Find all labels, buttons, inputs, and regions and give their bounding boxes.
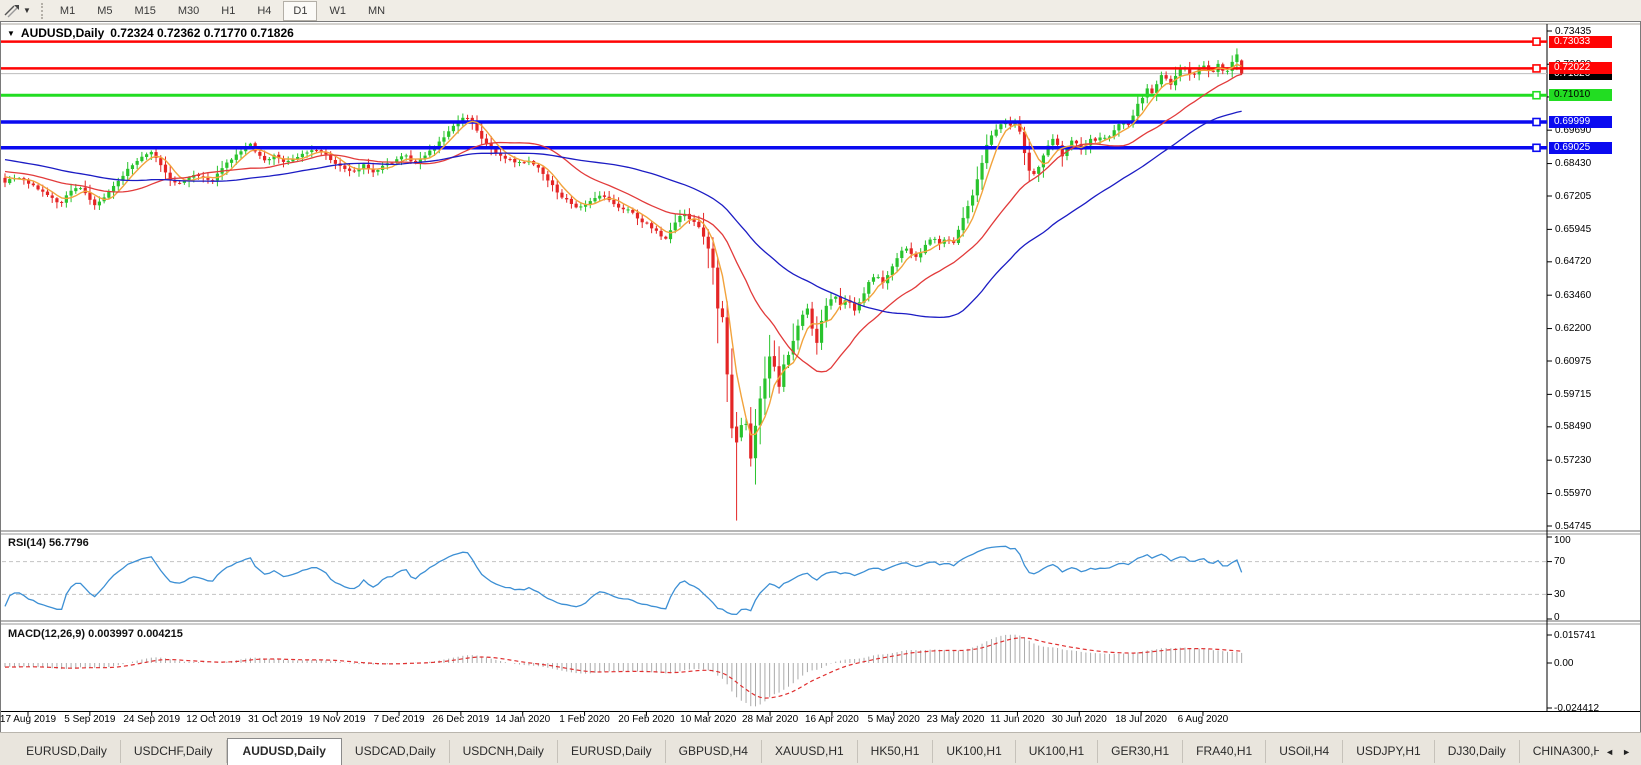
chart-title: ▼ AUDUSD,Daily 0.72324 0.72362 0.71770 0… — [7, 26, 294, 40]
tab-xauusd-h1[interactable]: XAUUSD,H1 — [762, 740, 858, 763]
rsi-scale-label: 30 — [1554, 589, 1565, 600]
tab-fra40-h1[interactable]: FRA40,H1 — [1183, 740, 1266, 763]
price-tick-label: 0.65945 — [1555, 224, 1591, 235]
rsi-scale-label: 0 — [1554, 612, 1560, 623]
tab-usdcnh-daily[interactable]: USDCNH,Daily — [450, 740, 558, 763]
timeframe-button-m30[interactable]: M30 — [168, 1, 209, 21]
macd-scale-label: 0.00 — [1554, 658, 1573, 669]
price-tick-label: 0.55970 — [1555, 488, 1591, 499]
price-line-badge: 0.73033 — [1549, 36, 1612, 48]
timeframe-button-m15[interactable]: M15 — [124, 1, 165, 21]
tab-hk50-h1[interactable]: HK50,H1 — [858, 740, 934, 763]
tab-usoil-h4[interactable]: USOil,H4 — [1266, 740, 1343, 763]
tab-eurusd-daily[interactable]: EURUSD,Daily — [558, 740, 666, 763]
tab-usdchf-daily[interactable]: USDCHF,Daily — [121, 740, 227, 763]
timeframe-buttons: M1M5M15M30H1H4D1W1MN — [49, 1, 396, 21]
price-tick-label: 0.57230 — [1555, 455, 1591, 466]
timeframe-button-d1[interactable]: D1 — [283, 1, 317, 21]
timeframe-button-m5[interactable]: M5 — [87, 1, 122, 21]
chevron-down-icon: ▼ — [23, 6, 31, 15]
macd-scale-label: 0.015741 — [1554, 630, 1596, 641]
timeframe-button-w1[interactable]: W1 — [319, 1, 356, 21]
price-tick-label: 0.63460 — [1555, 290, 1591, 301]
rsi-scale-label: 100 — [1554, 535, 1571, 546]
rsi-label: RSI(14) 56.7796 — [8, 537, 89, 549]
tab-usdcad-daily[interactable]: USDCAD,Daily — [342, 740, 450, 763]
tab-eurusd-daily[interactable]: EURUSD,Daily — [13, 740, 121, 763]
price-tick-label: 0.64720 — [1555, 256, 1591, 267]
price-tick-label: 0.59715 — [1555, 389, 1591, 400]
price-tick-label: 0.67205 — [1555, 191, 1591, 202]
price-line-badge: 0.72022 — [1549, 62, 1612, 74]
tab-scroll-right-icon[interactable]: ► — [1622, 747, 1631, 757]
tab-china300-h1[interactable]: CHINA300,H1 — [1520, 740, 1599, 763]
crosshair-lines-icon — [4, 4, 20, 18]
tab-uk100-h1[interactable]: UK100,H1 — [933, 740, 1015, 763]
tab-dj30-daily[interactable]: DJ30,Daily — [1435, 740, 1520, 763]
timeframe-button-h4[interactable]: H4 — [247, 1, 281, 21]
date-tick-label: 6 Aug 2020 — [1167, 714, 1239, 725]
chart-window — [0, 21, 1641, 734]
timeframe-toolbar: ▼ M1M5M15M30H1H4D1W1MN — [0, 0, 1641, 22]
price-tick-label: 0.68430 — [1555, 158, 1591, 169]
price-tick-label: 0.62200 — [1555, 323, 1591, 334]
price-line-badge: 0.71010 — [1549, 89, 1612, 101]
tab-audusd-daily[interactable]: AUDUSD,Daily — [227, 738, 342, 765]
tab-gbpusd-h4[interactable]: GBPUSD,H4 — [666, 740, 762, 763]
line-studies-button[interactable]: ▼ — [0, 0, 35, 21]
trading-platform-window: ▼ M1M5M15M30H1H4D1W1MN ▼ AUDUSD,Daily 0.… — [0, 0, 1641, 765]
price-tick-label: 0.54745 — [1555, 521, 1591, 532]
timeframe-button-m1[interactable]: M1 — [50, 1, 85, 21]
timeframe-button-h1[interactable]: H1 — [211, 1, 245, 21]
price-line-badge: 0.69025 — [1549, 142, 1612, 154]
chart-ohlc-values: 0.72324 0.72362 0.71770 0.71826 — [110, 26, 294, 40]
rsi-scale-label: 70 — [1554, 556, 1565, 567]
chevron-down-icon: ▼ — [7, 29, 15, 38]
price-line-badge: 0.69999 — [1549, 116, 1612, 128]
timeframe-button-mn[interactable]: MN — [358, 1, 395, 21]
chart-tab-bar: EURUSD,DailyUSDCHF,DailyAUDUSD,DailyUSDC… — [0, 732, 1641, 765]
toolbar-grip[interactable] — [41, 3, 43, 19]
tab-scroll-controls: ◄ ► — [1599, 747, 1641, 765]
tab-ger30-h1[interactable]: GER30,H1 — [1098, 740, 1183, 763]
macd-scale-label: -0.024412 — [1554, 703, 1599, 714]
macd-label: MACD(12,26,9) 0.003997 0.004215 — [8, 628, 183, 640]
tab-uk100-h1[interactable]: UK100,H1 — [1016, 740, 1098, 763]
tab-scroll-left-icon[interactable]: ◄ — [1605, 747, 1614, 757]
tab-usdjpy-h1[interactable]: USDJPY,H1 — [1343, 740, 1434, 763]
chart-symbol-label: AUDUSD,Daily — [21, 26, 104, 40]
price-tick-label: 0.60975 — [1555, 356, 1591, 367]
price-tick-label: 0.58490 — [1555, 421, 1591, 432]
chart-tabs: EURUSD,DailyUSDCHF,DailyAUDUSD,DailyUSDC… — [13, 738, 1599, 765]
